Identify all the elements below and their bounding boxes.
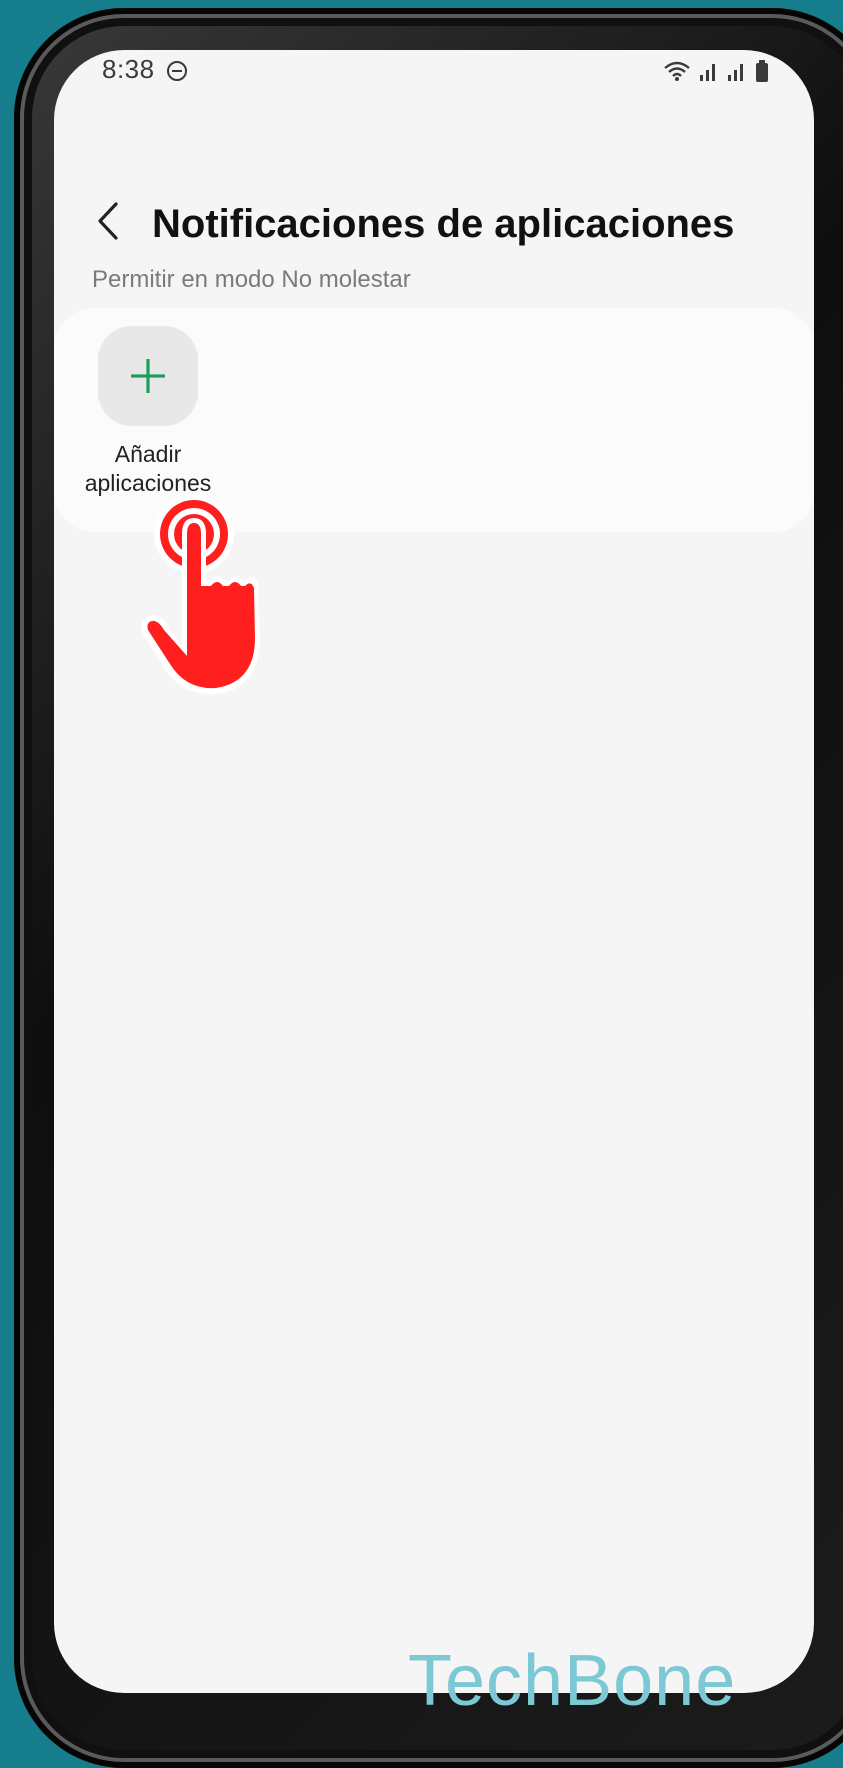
battery-icon (756, 60, 768, 82)
add-apps-tile[interactable] (98, 326, 198, 426)
back-button[interactable] (90, 198, 130, 244)
section-label: Permitir en modo No molestar (92, 266, 411, 293)
add-apps-button[interactable]: Añadir aplicaciones (68, 326, 216, 506)
signal-icon (700, 64, 715, 81)
tap-hand-icon (141, 494, 260, 695)
page-title: Notificaciones de aplicaciones (152, 202, 735, 246)
status-icons (662, 56, 770, 86)
phone-screen: 8:38 Notificaciones de aplicaciones Perm… (54, 50, 814, 1693)
plus-icon (131, 359, 165, 393)
signal-icon (728, 64, 743, 81)
status-time: 8:38 (102, 54, 155, 84)
app-bar: Notificaciones de aplicaciones (54, 160, 814, 260)
status-bar: 8:38 (54, 50, 814, 120)
wifi-icon (664, 61, 690, 81)
techbone-watermark: TechBone (408, 1641, 737, 1721)
chevron-left-icon (98, 202, 118, 240)
do-not-disturb-icon (167, 61, 187, 81)
